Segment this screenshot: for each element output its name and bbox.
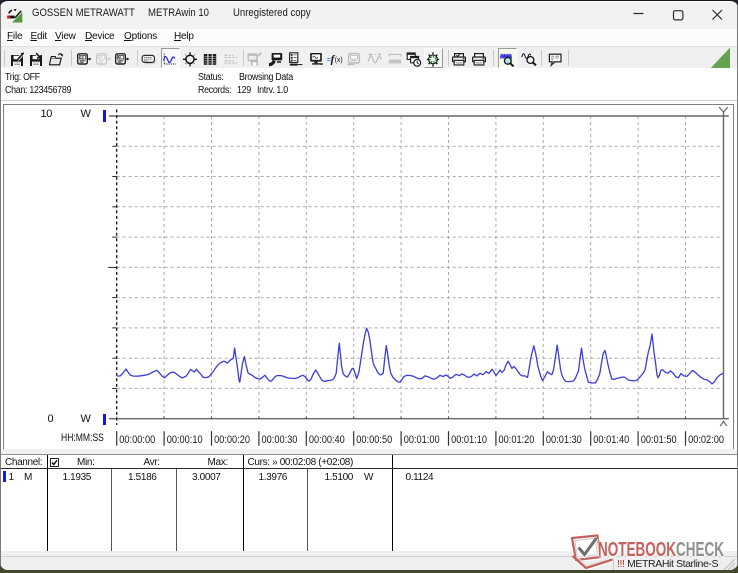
svg-text:00:01:30: 00:01:30 (546, 434, 582, 446)
svg-text:00:02:00: 00:02:00 (688, 434, 724, 446)
svg-text:00:00:00: 00:00:00 (119, 434, 155, 446)
svg-text:00:00:50: 00:00:50 (356, 434, 392, 446)
svg-text:00:01:20: 00:01:20 (499, 434, 535, 446)
svg-text:00:01:40: 00:01:40 (593, 434, 629, 446)
svg-text:00:01:50: 00:01:50 (641, 434, 677, 446)
svg-text:00:01:00: 00:01:00 (404, 434, 440, 446)
svg-text:00:01:10: 00:01:10 (451, 434, 487, 446)
svg-text:00:00:40: 00:00:40 (309, 434, 345, 446)
svg-text:00:00:10: 00:00:10 (167, 434, 203, 446)
svg-text:00:00:30: 00:00:30 (262, 434, 298, 446)
svg-text:00:00:20: 00:00:20 (214, 434, 250, 446)
